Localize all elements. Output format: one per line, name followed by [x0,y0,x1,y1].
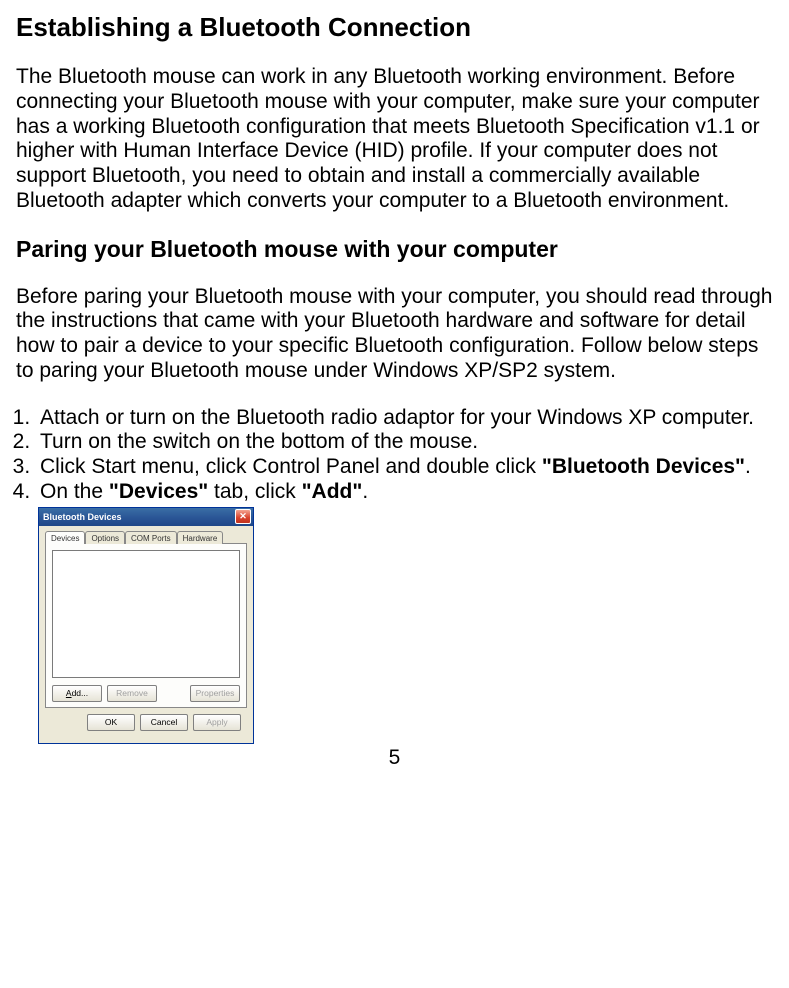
add-button[interactable]: Add... [52,685,102,702]
step-4: On the "Devices" tab, click "Add". [36,480,773,505]
step-2: Turn on the switch on the bottom of the … [36,430,773,455]
tab-options[interactable]: Options [85,531,125,544]
tab-panel-devices: Add... Remove Properties [45,543,247,708]
heading-pairing: Paring your Bluetooth mouse with your co… [16,236,773,263]
intro-paragraph-2: Before paring your Bluetooth mouse with … [16,285,773,384]
dialog-tabs: Devices Options COM Ports Hardware [45,531,247,544]
step-3: Click Start menu, click Control Panel an… [36,455,773,480]
cancel-button[interactable]: Cancel [140,714,188,731]
step-1: Attach or turn on the Bluetooth radio ad… [36,406,773,431]
step-3-bold: "Bluetooth Devices" [542,455,745,478]
page-number: 5 [16,746,773,770]
dialog-titlebar[interactable]: Bluetooth Devices ✕ [39,508,253,526]
properties-button[interactable]: Properties [190,685,240,702]
intro-paragraph-1: The Bluetooth mouse can work in any Blue… [16,65,773,214]
apply-button[interactable]: Apply [193,714,241,731]
tab-devices[interactable]: Devices [45,531,85,544]
remove-button[interactable]: Remove [107,685,157,702]
devices-list[interactable] [52,550,240,678]
step-4-bold-b: "Devices" [109,480,208,503]
tab-hardware[interactable]: Hardware [177,531,224,544]
step-3-text-a: Click Start menu, click Control Panel an… [40,455,542,478]
bluetooth-devices-dialog: Bluetooth Devices ✕ Devices Options COM … [38,507,254,744]
ok-button[interactable]: OK [87,714,135,731]
close-icon[interactable]: ✕ [235,509,251,524]
step-3-text-c: . [745,455,751,478]
step-4-text-a: On the [40,480,109,503]
tab-com-ports[interactable]: COM Ports [125,531,177,544]
step-4-text-c: tab, click [208,480,301,503]
heading-establishing: Establishing a Bluetooth Connection [16,12,773,43]
dialog-title: Bluetooth Devices [43,512,122,522]
step-4-text-e: . [362,480,368,503]
step-4-bold-d: "Add" [302,480,363,503]
steps-list: Attach or turn on the Bluetooth radio ad… [16,406,773,505]
